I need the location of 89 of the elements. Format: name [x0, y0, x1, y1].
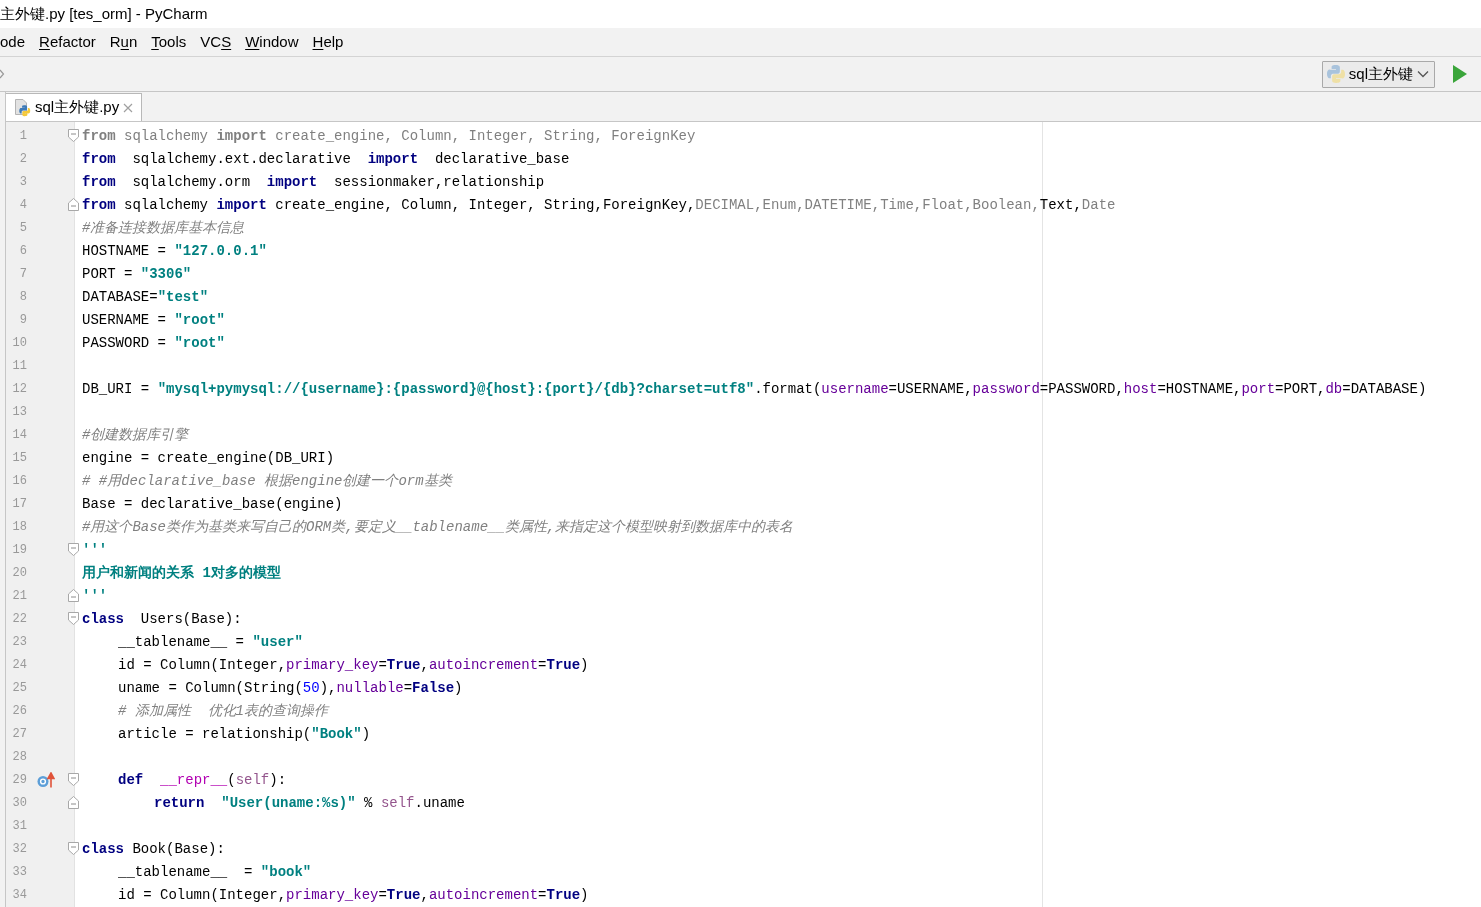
line-number: 32 [11, 841, 27, 856]
code-line: uname = Column(String(50),nullable=False) [118, 678, 463, 697]
code-line: engine = create_engine(DB_URI) [82, 448, 335, 467]
close-icon[interactable] [123, 102, 134, 113]
line-number: 16 [11, 473, 27, 488]
line-number: 18 [11, 519, 27, 534]
fold-marker-icon[interactable] [68, 842, 79, 855]
line-number: 31 [11, 818, 27, 833]
code-line: class Book(Base): [82, 839, 225, 858]
code-line: return "User(uname:%s)" % self.uname [154, 793, 465, 812]
code-line: ''' [82, 586, 108, 605]
code-line: 用户和新闻的关系 1对多的模型 [82, 563, 281, 582]
code-line: #用这个Base类作为基类来写自己的ORM类,要定义__tablename__类属性,来指定这个模型映射到数据库中的表名 [82, 517, 794, 536]
fold-marker-icon[interactable] [68, 589, 79, 602]
code-line: USERNAME = "root" [82, 310, 225, 329]
line-number: 8 [18, 289, 27, 304]
line-number: 27 [11, 726, 27, 741]
menu-item[interactable]: ode [0, 33, 26, 51]
code-line: from sqlalchemy import create_engine, Column, Integer, String, ForeignKey [82, 126, 696, 145]
line-number: 7 [18, 266, 27, 281]
line-number: 19 [11, 542, 27, 557]
code-line: #创建数据库引擎 [82, 425, 189, 444]
line-number: 29 [11, 772, 27, 787]
line-number: 11 [11, 358, 27, 373]
menu-item[interactable]: Tools [151, 33, 187, 51]
code-line: Base = declarative_base(engine) [82, 494, 343, 513]
line-number: 21 [11, 588, 27, 603]
line-number: 26 [11, 703, 27, 718]
code-line: class Users(Base): [82, 609, 242, 628]
code-line: id = Column(Integer,primary_key=True,autoincrement=True) [118, 885, 589, 904]
play-icon[interactable] [1453, 65, 1467, 83]
line-number: 1 [18, 128, 27, 143]
code-line: #准备连接数据库基本信息 [82, 218, 245, 237]
fold-marker-icon[interactable] [68, 198, 79, 211]
fold-marker-icon[interactable] [68, 796, 79, 809]
line-number: 15 [11, 450, 27, 465]
menu-item[interactable]: Window [245, 33, 299, 51]
code-line: def __repr__(self): [118, 770, 287, 789]
code-line: article = relationship("Book") [118, 724, 371, 743]
line-number: 3 [18, 174, 27, 189]
line-number: 23 [11, 634, 27, 649]
line-number: 30 [11, 795, 27, 810]
code-line: from sqlalchemy.orm import sessionmaker,relationship [82, 172, 545, 191]
fold-marker-icon[interactable] [68, 773, 79, 786]
python-file-icon [15, 98, 31, 117]
line-number: 20 [11, 565, 27, 580]
code-line: __tablename__ = "user" [118, 632, 303, 651]
code-line: # #用declarative_base 根据engine创建一个orm基类 [82, 471, 452, 490]
code-line: from sqlalchemy.ext.declarative import declarative_base [82, 149, 570, 168]
line-number: 25 [11, 680, 27, 695]
line-number: 13 [11, 404, 27, 419]
chevron-down-icon [1417, 70, 1429, 78]
line-number: 34 [11, 887, 27, 902]
code-line: HOSTNAME = "127.0.0.1" [82, 241, 267, 260]
line-number: 2 [18, 151, 27, 166]
window-title: 主外键.py [tes_orm] - PyCharm [0, 5, 208, 23]
code-line: ''' [82, 540, 108, 559]
code-line: from sqlalchemy import create_engine, Column, Integer, String,ForeignKey,DECIMAL,Enum,DATETIME,Time,Float,Boolean,Text,Date [82, 195, 1116, 214]
run-config-dropdown[interactable]: sql主外键 [1321, 60, 1435, 88]
line-number: 12 [11, 381, 27, 396]
line-number: 5 [18, 220, 27, 235]
menu-item[interactable]: VCS [200, 33, 232, 51]
code-line: DATABASE="test" [82, 287, 209, 306]
line-number: 28 [11, 749, 27, 764]
code-line: # 添加属性 优化1表的查询操作 [118, 701, 328, 720]
code-line: id = Column(Integer,primary_key=True,autoincrement=True) [118, 655, 589, 674]
line-number: 4 [18, 197, 27, 212]
code-line: DB_URI = "mysql+pymysql://{username}:{password}@{host}:{port}/{db}?charset=utf8".format(username=USERNAME,password=PASSWORD,host=HOSTNAME,port=PORT,db=DATABASE) [82, 379, 1427, 398]
code-line: PORT = "3306" [82, 264, 192, 283]
menu-item[interactable]: Refactor [39, 33, 96, 51]
fold-marker-icon[interactable] [68, 612, 79, 625]
line-number: 10 [11, 335, 27, 350]
fold-marker-icon[interactable] [68, 129, 79, 142]
line-number: 22 [11, 611, 27, 626]
chevron-right-icon[interactable] [0, 69, 5, 79]
python-logo-icon [1326, 65, 1345, 83]
line-number: 24 [11, 657, 27, 672]
code-line: PASSWORD = "root" [82, 333, 225, 352]
menu-item[interactable]: Help [312, 33, 344, 51]
line-number: 17 [11, 496, 27, 511]
line-number: 9 [18, 312, 27, 327]
line-number: 33 [11, 864, 27, 879]
line-number: 6 [18, 243, 27, 258]
menu-item[interactable]: Run [109, 33, 138, 51]
circle-up-arrow-icon[interactable] [37, 771, 55, 788]
fold-marker-icon[interactable] [68, 543, 79, 556]
code-line: __tablename__ = "book" [118, 862, 312, 881]
line-number: 14 [11, 427, 27, 442]
editor-tab[interactable]: sql主外键.py [6, 93, 143, 121]
